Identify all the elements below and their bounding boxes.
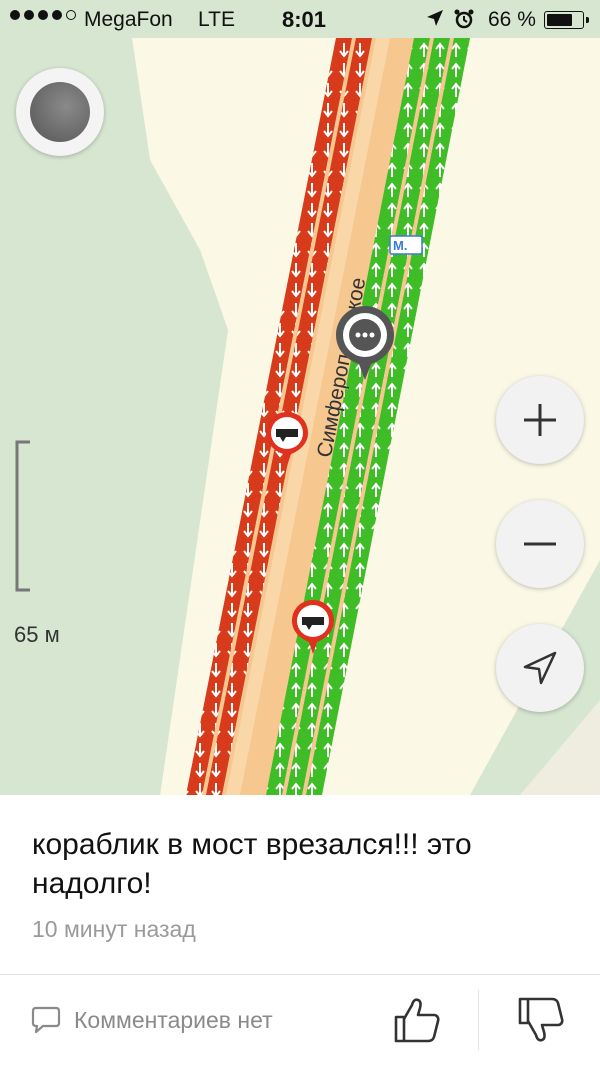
battery-icon [544, 11, 589, 29]
alarm-icon [454, 9, 474, 29]
status-bar: MegaFon LTE 8:01 66 % [0, 0, 600, 38]
zoom-out-button[interactable] [496, 500, 584, 588]
network-type: LTE [198, 8, 235, 31]
chat-pin-icon[interactable] [333, 304, 397, 384]
battery-percent: 66 % [488, 8, 536, 31]
profile-button[interactable] [16, 68, 104, 156]
report-time: 10 минут назад [32, 916, 196, 942]
comments-label: Комментариев нет [74, 1006, 273, 1033]
signal-strength-icon [10, 10, 76, 20]
metro-badge: М. [393, 238, 408, 253]
scale-label: 65 м [14, 622, 60, 647]
thumbs-down-icon[interactable] [516, 995, 566, 1045]
clock: 8:01 [282, 7, 327, 32]
scale-bar [15, 440, 30, 592]
report-message: кораблик в мост врезался!!! это надолго! [32, 828, 472, 900]
map-view[interactable]: MegaFon LTE 8:01 66 % М. Симферопольское [0, 0, 600, 795]
comment-icon [31, 1006, 61, 1034]
carrier-name: MegaFon [84, 8, 173, 31]
accident-pin-icon[interactable] [264, 410, 310, 470]
my-location-button[interactable] [496, 624, 584, 712]
plus-icon [524, 404, 556, 436]
location-arrow-icon [427, 10, 443, 26]
divider [0, 974, 600, 975]
minus-icon [524, 542, 556, 546]
navigation-arrow-icon [523, 651, 557, 685]
accident-pin-icon[interactable] [290, 598, 336, 658]
avatar [30, 82, 90, 142]
thumbs-up-icon[interactable] [392, 995, 442, 1045]
zoom-in-button[interactable] [496, 376, 584, 464]
comments-button[interactable]: Комментариев нет [30, 1005, 273, 1035]
action-divider [478, 990, 479, 1050]
